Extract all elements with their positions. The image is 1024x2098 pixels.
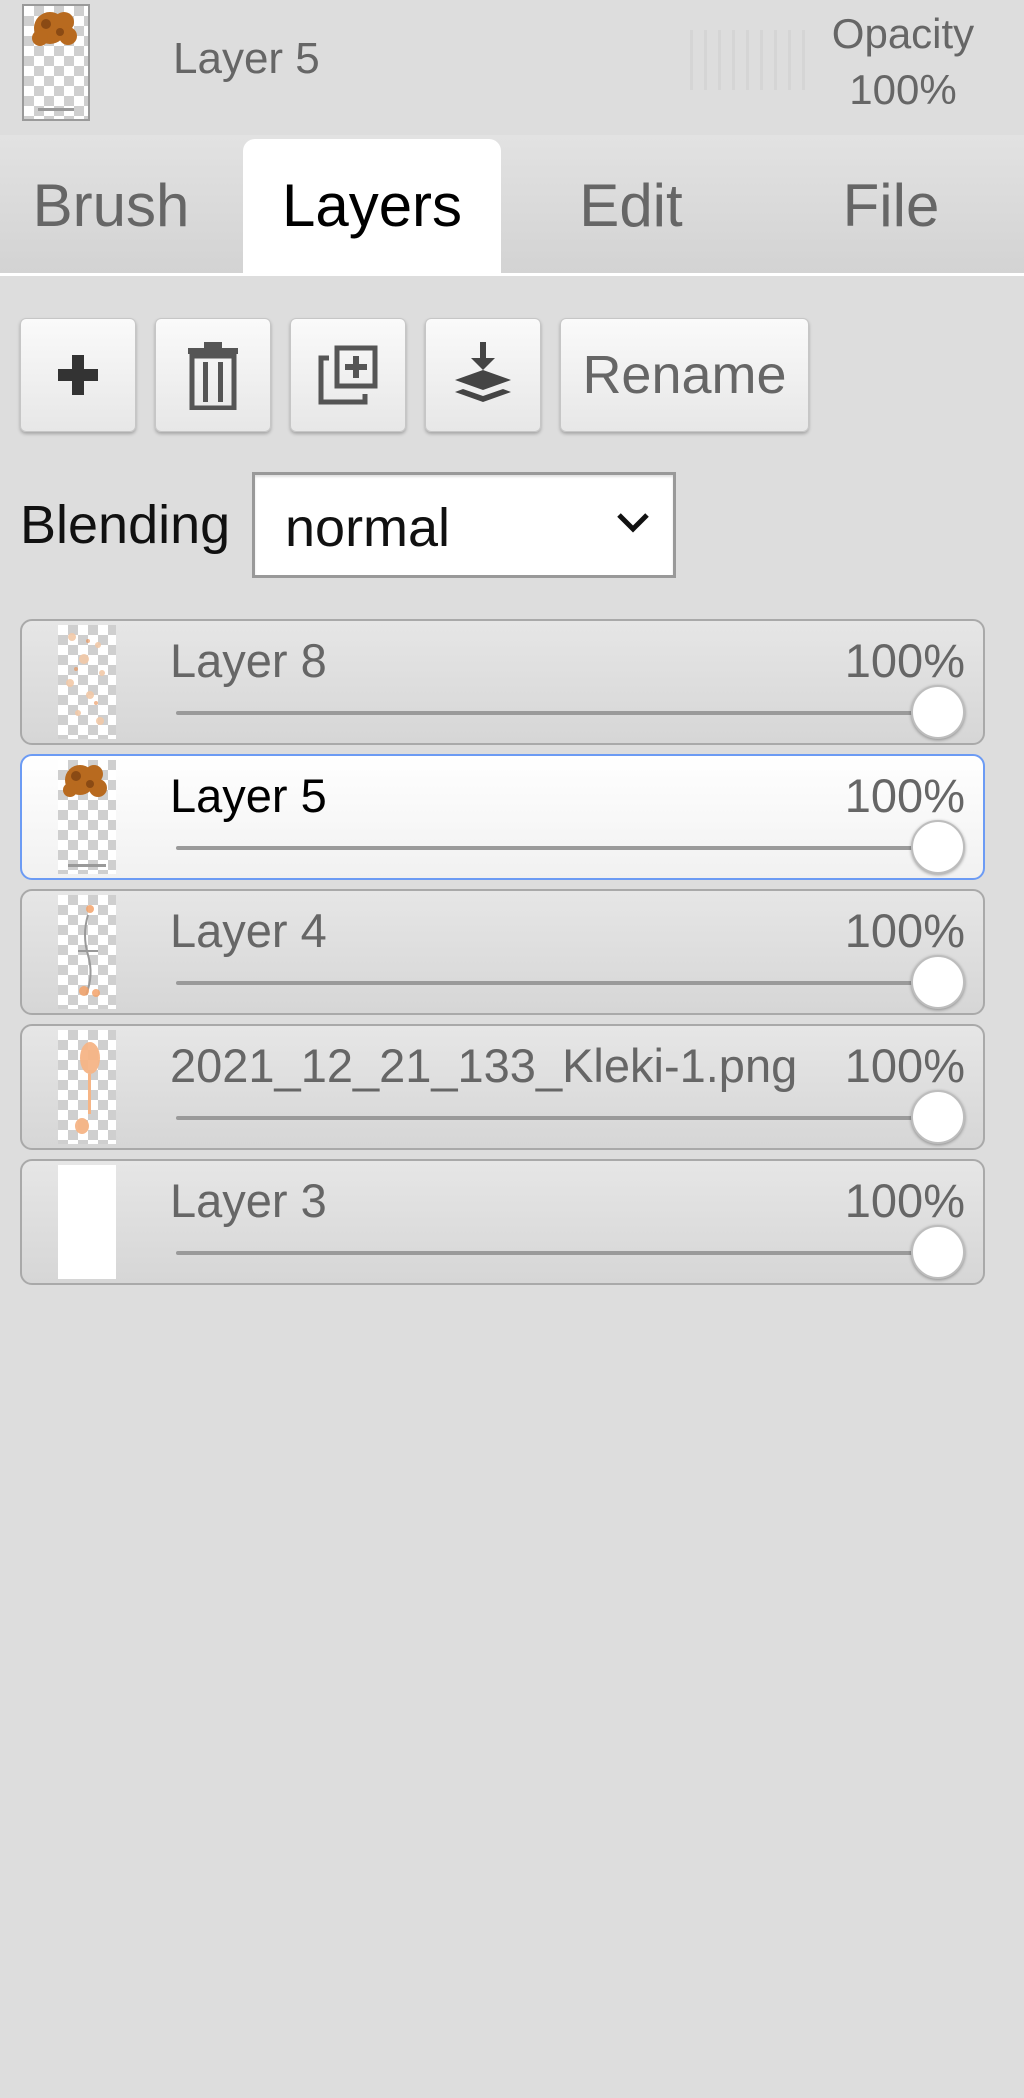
layer-opacity-slider[interactable] xyxy=(176,846,938,850)
layer-thumbnail xyxy=(58,760,116,874)
layer-list: Layer 8 100% Layer 5 100% Layer 4 100% 2… xyxy=(20,619,985,1294)
layer-opacity-slider[interactable] xyxy=(176,1116,938,1120)
tab-brush[interactable]: Brush xyxy=(0,139,222,273)
layer-opacity-value: 100% xyxy=(844,1174,965,1227)
layer-thumbnail xyxy=(58,625,116,739)
decorative-pattern xyxy=(690,30,810,90)
merge-down-icon xyxy=(451,340,515,410)
blending-label: Blending xyxy=(20,495,231,555)
opacity-label: Opacity xyxy=(831,10,975,57)
duplicate-layer-button[interactable] xyxy=(290,318,406,432)
duplicate-icon xyxy=(317,344,379,406)
slider-handle[interactable] xyxy=(911,685,965,739)
tab-file[interactable]: File xyxy=(780,139,1002,273)
layer-toolbar: Rename xyxy=(0,318,1024,434)
tab-edit[interactable]: Edit xyxy=(520,139,742,273)
current-layer-thumbnail xyxy=(22,4,90,121)
layer-row[interactable]: Layer 5 100% xyxy=(20,754,985,880)
layer-opacity-value: 100% xyxy=(844,904,965,957)
layer-opacity-value: 100% xyxy=(844,769,965,822)
rename-layer-button[interactable]: Rename xyxy=(560,318,809,432)
slider-handle[interactable] xyxy=(911,820,965,874)
layer-name: 2021_12_21_133_Kleki-1.png xyxy=(170,1039,798,1092)
delete-layer-button[interactable] xyxy=(155,318,271,432)
opacity-value: 100% xyxy=(849,66,957,113)
layer-thumbnail xyxy=(58,1165,116,1279)
slider-handle[interactable] xyxy=(911,955,965,1009)
blending-mode-value: normal xyxy=(285,498,451,558)
layer-row[interactable]: 2021_12_21_133_Kleki-1.png 100% xyxy=(20,1024,985,1150)
layer-header: Layer 5 Opacity 100% xyxy=(0,0,1024,135)
layer-row[interactable]: Layer 8 100% xyxy=(20,619,985,745)
rename-button-label: Rename xyxy=(582,345,787,405)
layer-name: Layer 8 xyxy=(170,634,327,687)
layer-name: Layer 5 xyxy=(170,769,327,822)
layer-opacity-slider[interactable] xyxy=(176,711,938,715)
tab-bar: Brush Layers Edit File xyxy=(0,135,1024,276)
layer-opacity-slider[interactable] xyxy=(176,1251,938,1255)
layer-row[interactable]: Layer 4 100% xyxy=(20,889,985,1015)
slider-handle[interactable] xyxy=(911,1225,965,1279)
current-layer-name: Layer 5 xyxy=(173,34,320,83)
layer-name: Layer 4 xyxy=(170,904,327,957)
layer-name: Layer 3 xyxy=(170,1174,327,1227)
slider-handle[interactable] xyxy=(911,1090,965,1144)
plus-icon xyxy=(54,351,102,399)
layer-opacity-value: 100% xyxy=(844,1039,965,1092)
tab-layers[interactable]: Layers xyxy=(243,139,501,273)
opacity-readout: Opacity 100% xyxy=(818,6,988,118)
layer-thumbnail xyxy=(58,1030,116,1144)
layer-row[interactable]: Layer 3 100% xyxy=(20,1159,985,1285)
layer-opacity-value: 100% xyxy=(844,634,965,687)
trash-icon xyxy=(186,340,240,410)
blending-mode-select[interactable]: normal xyxy=(252,472,676,578)
layer-opacity-slider[interactable] xyxy=(176,981,938,985)
layer-thumbnail xyxy=(58,895,116,1009)
add-layer-button[interactable] xyxy=(20,318,136,432)
merge-down-button[interactable] xyxy=(425,318,541,432)
chevron-down-icon xyxy=(615,511,651,540)
